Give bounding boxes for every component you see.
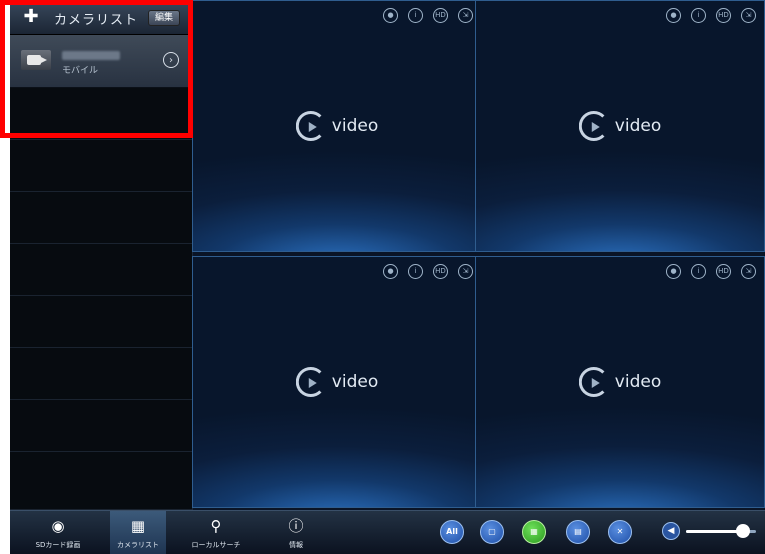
pane-toolbar: ● i HD ⇲ (666, 8, 756, 23)
tab-label: 情報 (289, 541, 303, 549)
expand-icon[interactable]: ⇲ (458, 8, 473, 23)
empty-list-row (10, 140, 192, 192)
pane-toolbar: ● i HD ⇲ (666, 264, 756, 279)
app-window: ✚ カメラリスト 編集 モバイル › ● i HD ⇲ video ● i HD… (10, 0, 765, 554)
bottom-toolbar: ◉ SDカード録画 ▦ カメラリスト ⚲ ローカルサーチ ⓘ 情報 All ▢ … (10, 510, 765, 554)
tab-label: カメラリスト (117, 541, 159, 549)
sidebar-title: カメラリスト (54, 13, 139, 28)
camera-subtitle: モバイル (62, 66, 99, 76)
empty-list-row (10, 296, 192, 348)
empty-list-row (10, 452, 192, 510)
empty-list-row (10, 400, 192, 452)
volume-slider[interactable] (686, 524, 756, 538)
info-icon[interactable]: i (408, 8, 423, 23)
plus-icon[interactable]: ✚ (22, 8, 40, 26)
hd-icon[interactable]: HD (433, 264, 448, 279)
info-icon[interactable]: i (408, 264, 423, 279)
video-placeholder: video (578, 367, 662, 397)
tab-sd-card-record[interactable]: ◉ SDカード録画 (30, 511, 86, 554)
chevron-right-circle-icon[interactable]: › (163, 52, 179, 68)
tab-info[interactable]: ⓘ 情報 (268, 511, 324, 554)
play-ring-icon (578, 367, 609, 397)
volume-slider-thumb[interactable] (736, 524, 751, 538)
record-icon[interactable]: ● (666, 264, 681, 279)
camera-list-item[interactable]: モバイル › (10, 35, 192, 88)
pane-toolbar: ● i HD ⇲ (383, 8, 473, 23)
delete-icon[interactable]: ✕ (608, 520, 632, 544)
hd-icon[interactable]: HD (433, 8, 448, 23)
record-icon[interactable]: ● (383, 8, 398, 23)
video-label: video (331, 372, 379, 392)
grid-view-icon[interactable]: ▦ (522, 520, 546, 544)
video-label: video (614, 116, 662, 136)
info-icon[interactable]: i (691, 8, 706, 23)
sd-record-icon: ◉ (51, 517, 65, 535)
expand-icon[interactable]: ⇲ (741, 264, 756, 279)
tab-camera-list[interactable]: ▦ カメラリスト (110, 511, 166, 554)
search-icon: ⚲ (210, 517, 222, 535)
sidebar-header: ✚ カメラリスト 編集 (10, 0, 192, 35)
video-pane-3[interactable]: ● i HD ⇲ video (192, 256, 482, 508)
page-view-icon[interactable]: ▤ (566, 520, 590, 544)
video-pane-1[interactable]: ● i HD ⇲ video (192, 0, 482, 252)
info-icon: ⓘ (288, 517, 304, 535)
camera-list-icon: ▦ (130, 517, 146, 535)
camera-thumbnail-icon (21, 50, 51, 70)
video-label: video (614, 372, 662, 392)
volume-level-fill (686, 530, 744, 533)
record-icon[interactable]: ● (383, 264, 398, 279)
tab-label: ローカルサーチ (191, 541, 241, 549)
all-cameras-button[interactable]: All (440, 520, 464, 544)
camera-list-sidebar: ✚ カメラリスト 編集 モバイル › (10, 0, 193, 510)
empty-list-row (10, 244, 192, 296)
expand-icon[interactable]: ⇲ (458, 264, 473, 279)
video-placeholder: video (578, 111, 662, 141)
expand-icon[interactable]: ⇲ (741, 8, 756, 23)
volume-icon[interactable]: ◀ (662, 522, 680, 540)
video-pane-2[interactable]: ● i HD ⇲ video (475, 0, 765, 252)
video-label: video (331, 116, 379, 136)
record-icon[interactable]: ● (666, 8, 681, 23)
play-ring-icon (295, 111, 326, 141)
tab-local-search[interactable]: ⚲ ローカルサーチ (188, 511, 244, 554)
info-icon[interactable]: i (691, 264, 706, 279)
pane-toolbar: ● i HD ⇲ (383, 264, 473, 279)
empty-list-row (10, 192, 192, 244)
play-ring-icon (295, 367, 326, 397)
tab-label: SDカード録画 (35, 541, 81, 549)
edit-button[interactable]: 編集 (148, 10, 180, 26)
video-pane-4[interactable]: ● i HD ⇲ video (475, 256, 765, 508)
empty-list-row (10, 348, 192, 400)
play-ring-icon (578, 111, 609, 141)
camera-name-blurred (62, 51, 120, 60)
video-placeholder: video (295, 111, 379, 141)
hd-icon[interactable]: HD (716, 264, 731, 279)
empty-list-row (10, 88, 192, 140)
video-placeholder: video (295, 367, 379, 397)
single-view-icon[interactable]: ▢ (480, 520, 504, 544)
hd-icon[interactable]: HD (716, 8, 731, 23)
